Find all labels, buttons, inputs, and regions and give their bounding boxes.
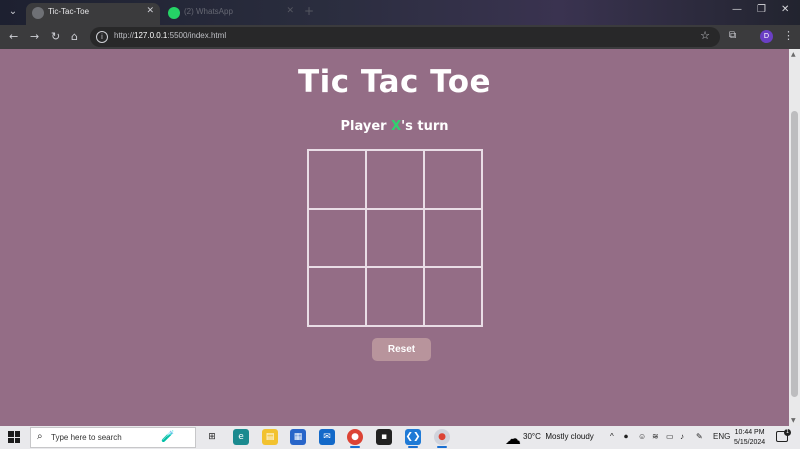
whatsapp-icon — [168, 7, 180, 19]
site-info-icon[interactable]: i — [96, 31, 108, 43]
close-tab-icon[interactable]: ✕ — [286, 6, 294, 16]
url-text: http://127.0.0.1:5500/index.html — [114, 31, 227, 40]
weather-widget[interactable]: 30°C Mostly cloudy — [523, 432, 594, 441]
reload-button[interactable]: ↻ — [51, 30, 60, 44]
tab-whatsapp[interactable]: (2) WhatsApp ✕ — [162, 3, 300, 25]
volume-icon[interactable]: ♪ — [680, 432, 684, 441]
edge-icon[interactable]: e — [233, 429, 249, 445]
taskbar-search-input[interactable]: ⌕ Type here to search 🧪 — [30, 427, 196, 448]
scroll-up-arrow-icon[interactable]: ▲ — [791, 51, 796, 58]
tab-search-icon[interactable]: ⌄ — [6, 5, 20, 19]
restore-button[interactable]: ❐ — [757, 4, 766, 15]
chrome-icon[interactable]: ● — [347, 429, 363, 448]
language-indicator[interactable]: ENG — [713, 432, 730, 441]
battery-icon[interactable]: ▭ — [666, 432, 674, 441]
board-cell-1[interactable] — [308, 150, 366, 209]
game-board — [307, 149, 483, 327]
tab-title: Tic-Tac-Toe — [48, 7, 90, 16]
weather-cloudy-icon[interactable]: ☁ — [505, 429, 521, 448]
home-button[interactable]: ⌂ — [71, 30, 78, 44]
pen-icon[interactable]: ✎ — [696, 432, 703, 441]
file-explorer-icon[interactable]: ▤ — [262, 429, 278, 445]
minimize-button[interactable]: — — [732, 4, 742, 15]
close-window-button[interactable]: ✕ — [781, 4, 789, 15]
search-highlight-icon: 🧪 — [161, 430, 175, 443]
board-cell-6[interactable] — [424, 208, 482, 268]
turn-status: Player X's turn — [340, 119, 449, 134]
board-cell-2[interactable] — [366, 150, 424, 209]
profile-avatar[interactable]: D — [760, 30, 773, 43]
scrollbar-thumb[interactable] — [791, 111, 798, 397]
page-title: Tic Tac Toe — [297, 64, 492, 100]
reset-button[interactable]: Reset — [372, 338, 431, 361]
search-placeholder: Type here to search — [51, 433, 122, 442]
notification-badge: 1 — [784, 429, 791, 436]
forward-button[interactable]: → — [30, 30, 39, 44]
scroll-down-arrow-icon[interactable]: ▼ — [791, 417, 796, 424]
close-tab-icon[interactable]: ✕ — [146, 6, 154, 16]
people-icon[interactable]: ☺ — [638, 432, 646, 441]
board-cell-5[interactable] — [366, 208, 424, 268]
board-cell-9[interactable] — [424, 267, 482, 326]
windows-start-icon[interactable] — [8, 431, 20, 443]
extensions-icon[interactable]: ⧉ — [729, 30, 736, 41]
globe-icon — [32, 7, 44, 19]
current-player: X — [391, 119, 402, 134]
bookmark-star-icon[interactable]: ☆ — [700, 29, 710, 42]
search-icon: ⌕ — [37, 431, 43, 442]
browser-tab-strip: ⌄ Tic-Tac-Toe ✕ (2) WhatsApp ✕ + — ❐ ✕ — [0, 0, 800, 25]
mail-icon[interactable]: ✉ — [319, 429, 335, 445]
address-bar[interactable]: i http://127.0.0.1:5500/index.html ☆ — [90, 27, 720, 47]
board-cell-8[interactable] — [366, 267, 424, 326]
board-cell-7[interactable] — [308, 267, 366, 326]
wifi-icon[interactable]: ≋ — [652, 432, 659, 441]
board-cell-3[interactable] — [424, 150, 482, 209]
windows-taskbar: ⌕ Type here to search 🧪 ⊞ e ▤ ▦ ✉ ● ▪ ❮❯… — [0, 426, 800, 449]
system-clock[interactable]: 10:44 PM 5/15/2024 — [734, 428, 765, 448]
vscode-icon[interactable]: ❮❯ — [405, 429, 421, 448]
back-button[interactable]: ← — [9, 30, 18, 44]
task-view-icon[interactable]: ⊞ — [204, 429, 220, 445]
board-cell-4[interactable] — [308, 208, 366, 268]
mic-icon[interactable]: ⏺ — [624, 432, 628, 442]
tab-tic-tac-toe[interactable]: Tic-Tac-Toe ✕ — [26, 3, 160, 25]
tab-title: (2) WhatsApp — [184, 7, 233, 16]
browser-menu-icon[interactable]: ⋮ — [783, 29, 794, 42]
page-content: Tic Tac Toe Player X's turn Reset — [0, 49, 789, 426]
store-icon[interactable]: ▦ — [290, 429, 306, 445]
show-hidden-icons-icon[interactable]: ^ — [610, 432, 614, 441]
sticky-notes-icon[interactable]: ▪ — [376, 429, 392, 445]
browser-toolbar: ← → ↻ ⌂ i http://127.0.0.1:5500/index.ht… — [0, 25, 800, 49]
page-scrollbar[interactable]: ▲ ▼ — [789, 49, 800, 426]
new-tab-button[interactable]: + — [304, 4, 314, 18]
chrome-profile-icon[interactable]: ● — [434, 429, 450, 448]
